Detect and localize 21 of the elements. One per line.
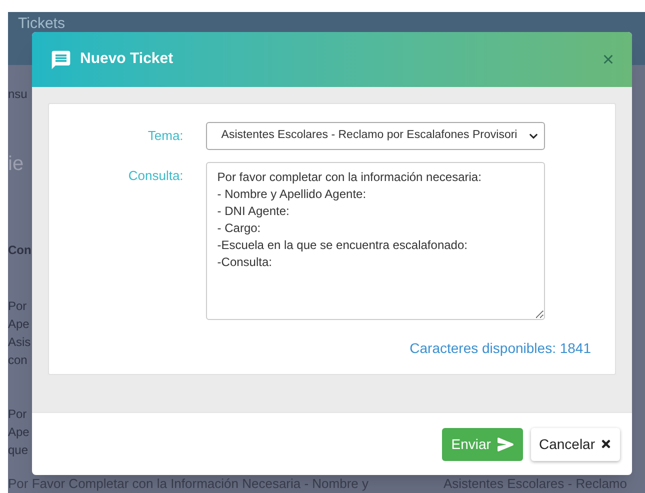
topic-select[interactable]: Asistentes Escolares - Reclamo por Escalafones Provisori [206,122,545,150]
background-text: que [8,442,28,459]
field-label: Tema: [146,127,184,146]
background-text: con [8,352,28,369]
chevron-down-icon [529,133,538,139]
character-counter: Caracteres disponibles: 1841 [410,339,591,358]
message-icon [50,48,72,70]
background-text: Ape [8,316,30,333]
background-text: nsu [8,86,28,103]
background-text: Con [8,242,32,259]
send-icon [496,436,514,452]
field-label: Consulta: [127,167,184,185]
background-text: Asis [8,334,31,351]
background-text: Ape [8,424,30,441]
close-icon [600,438,612,450]
query-textarea[interactable]: Por favor completar con la información necesaria: - Nombre y Apellido Agente: - DNI Agente: - Cargo: -Escuela en la que se encuentra escalafonado: -Consulta: [206,162,545,320]
background-text: Por [8,406,27,423]
background-text: Por [8,298,27,315]
page-title: Tickets [18,15,65,32]
cancel-button[interactable]: Cancelar [530,428,620,460]
modal-title: Nuevo Ticket [80,49,174,70]
